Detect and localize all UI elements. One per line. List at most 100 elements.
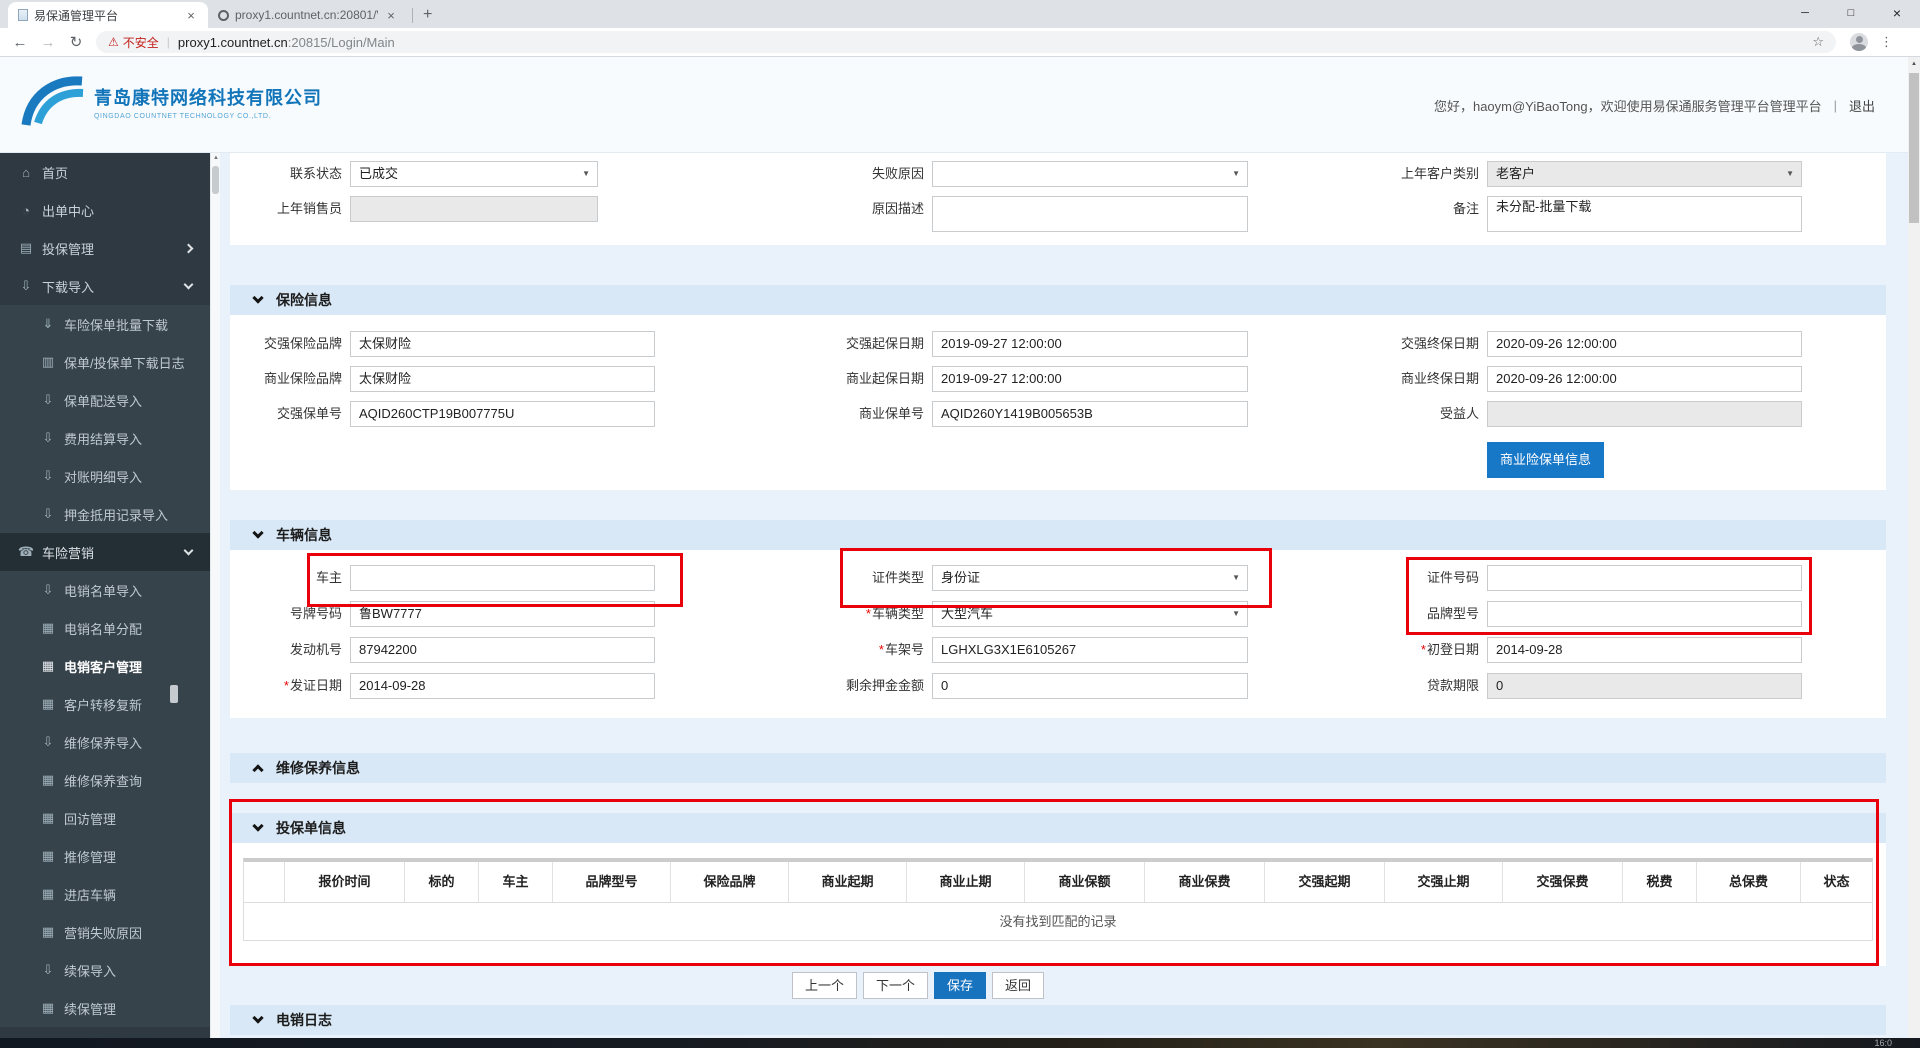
input-comm-brand[interactable]: 太保财险	[350, 366, 655, 392]
sidebar-item-renewal-import[interactable]: ⇩ 续保导入	[0, 951, 210, 989]
inner-scrollbar[interactable]: ▲	[210, 153, 220, 1038]
sidebar-item-renewal-mgmt[interactable]: ▦ 续保管理	[0, 989, 210, 1027]
input-comm-end-date[interactable]: 2020-09-26 12:00:00	[1487, 366, 1802, 392]
table-column-header-empty[interactable]	[244, 862, 284, 902]
scrollbar-up-arrow-icon[interactable]: ▲	[1908, 61, 1920, 67]
sidebar-item-insure-mgmt[interactable]: ▤ 投保管理	[0, 229, 210, 267]
next-button[interactable]: 下一个	[863, 972, 929, 999]
back-button[interactable]: 返回	[992, 972, 1045, 999]
table-column-header[interactable]: 商业止期	[906, 862, 1024, 902]
input-comm-policy-no[interactable]: AQID260Y1419B005653B	[932, 401, 1248, 427]
field-label: 证件号码	[1426, 570, 1479, 585]
input-issue-date[interactable]: 2014-09-28	[350, 673, 655, 699]
sidebar-item-maintenance-import[interactable]: ⇩ 维修保养导入	[0, 723, 210, 761]
sidebar-item-telemarket-customer-mgmt[interactable]: ▦ 电销客户管理	[0, 647, 210, 685]
sidebar-item-account-detail-import[interactable]: ⇩ 对账明细导入	[0, 457, 210, 495]
input-ctp-start-date[interactable]: 2019-09-27 12:00:00	[932, 331, 1248, 357]
browser-tab-active[interactable]: 易保通管理平台 ×	[8, 2, 208, 28]
window-minimize-button[interactable]: ─	[1782, 0, 1828, 28]
input-cert-no[interactable]	[1487, 565, 1802, 591]
table-column-header[interactable]: 商业保费	[1144, 862, 1264, 902]
window-maximize-button[interactable]: □	[1828, 0, 1874, 28]
section-header-proposal[interactable]: 投保单信息	[230, 813, 1886, 843]
input-engine-no[interactable]: 87942200	[350, 637, 655, 663]
section-header-vehicle[interactable]: 车辆信息	[230, 520, 1886, 550]
logout-link[interactable]: 退出	[1849, 96, 1875, 115]
input-comm-start-date[interactable]: 2019-09-27 12:00:00	[932, 366, 1248, 392]
input-ctp-end-date[interactable]: 2020-09-26 12:00:00	[1487, 331, 1802, 357]
browser-menu-icon[interactable]: ⋮	[1880, 34, 1893, 50]
table-column-header[interactable]: 标的	[404, 862, 478, 902]
input-owner[interactable]	[350, 565, 655, 591]
sidebar-item-revisit-mgmt[interactable]: ▦ 回访管理	[0, 799, 210, 837]
sidebar-item-maintenance-query[interactable]: ▦ 维修保养查询	[0, 761, 210, 799]
sidebar-item-download-import[interactable]: ⇩ 下载导入	[0, 267, 210, 305]
new-tab-button[interactable]: +	[417, 6, 442, 28]
bookmark-star-icon[interactable]: ☆	[1812, 34, 1824, 50]
sidebar-item-label: 推修管理	[64, 849, 117, 865]
sidebar-item-telemarket-list-import[interactable]: ⇩ 电销名单导入	[0, 571, 210, 609]
table-column-header[interactable]: 商业保额	[1024, 862, 1144, 902]
table-column-header[interactable]: 总保费	[1696, 862, 1800, 902]
input-first-reg-date[interactable]: 2014-09-28	[1487, 637, 1802, 663]
section-header-insurance[interactable]: 保险信息	[230, 285, 1886, 315]
save-button[interactable]: 保存	[934, 972, 987, 999]
sidebar-item-vehicle-marketing[interactable]: ☎ 车险营销	[0, 533, 210, 571]
table-column-header[interactable]: 税费	[1622, 862, 1696, 902]
table-column-header[interactable]: 品牌型号	[552, 862, 670, 902]
sidebar-item-download-log[interactable]: ▥ 保单/投保单下载日志	[0, 343, 210, 381]
table-column-header[interactable]: 车主	[478, 862, 552, 902]
input-vin[interactable]: LGHXLG3X1E6105267	[932, 637, 1248, 663]
table-column-header[interactable]: 报价时间	[284, 862, 404, 902]
table-column-header[interactable]: 保险品牌	[670, 862, 788, 902]
sidebar-scrollbar-thumb[interactable]	[170, 685, 178, 703]
select-contact-status[interactable]: 已成交 ▼	[350, 161, 598, 187]
previous-button[interactable]: 上一个	[792, 972, 858, 999]
input-brand-model[interactable]	[1487, 601, 1802, 627]
refresh-button[interactable]: ↻	[62, 33, 90, 51]
sidebar-item-fee-settle-import[interactable]: ⇩ 费用结算导入	[0, 419, 210, 457]
input-remark[interactable]: 未分配-批量下载	[1487, 196, 1802, 232]
sidebar-item-marketing-fail-reason[interactable]: ▦ 营销失败原因	[0, 913, 210, 951]
section-title: 保险信息	[276, 292, 332, 308]
insecure-label[interactable]: 不安全	[123, 34, 159, 51]
sidebar-item-order-center[interactable]: ◔ 出单中心	[0, 191, 210, 229]
select-vehicle-type[interactable]: 大型汽车 ▼	[932, 601, 1248, 627]
commercial-policy-info-button[interactable]: 商业险保单信息	[1487, 442, 1605, 478]
sidebar-item-label: 投保管理	[42, 241, 95, 257]
browser-tab-inactive[interactable]: proxy1.countnet.cn:20801/Veh ×	[208, 2, 408, 28]
back-button[interactable]: ←	[6, 34, 34, 51]
tab-close-icon[interactable]: ×	[384, 8, 398, 23]
tab-divider	[412, 8, 413, 23]
window-close-button[interactable]: ×	[1874, 0, 1920, 28]
sidebar-item-home[interactable]: ⌂ 首页	[0, 153, 210, 191]
section-header-maintenance[interactable]: 维修保养信息	[230, 753, 1886, 783]
table-column-header[interactable]: 交强止期	[1384, 862, 1502, 902]
browser-scrollbar[interactable]: ▲ ▼	[1908, 57, 1920, 1048]
input-ctp-brand[interactable]: 太保财险	[350, 331, 655, 357]
sidebar-item-deposit-record-import[interactable]: ⇩ 押金抵用记录导入	[0, 495, 210, 533]
sidebar-item-instore-vehicle[interactable]: ▦ 进店车辆	[0, 875, 210, 913]
sidebar-item-batch-download[interactable]: ⇓ 车险保单批量下载	[0, 305, 210, 343]
select-fail-reason[interactable]: ▼	[932, 161, 1248, 187]
table-column-header[interactable]: 商业起期	[788, 862, 906, 902]
input-deposit-balance[interactable]: 0	[932, 673, 1248, 699]
profile-avatar-icon[interactable]	[1850, 33, 1868, 51]
sidebar-item-repair-push-mgmt[interactable]: ▦ 推修管理	[0, 837, 210, 875]
select-cert-type[interactable]: 身份证 ▼	[932, 565, 1248, 591]
forward-button[interactable]: →	[34, 34, 62, 51]
table-column-header[interactable]: 交强起期	[1264, 862, 1384, 902]
sidebar-item-customer-transfer-renew[interactable]: ▦ 客户转移复新	[0, 685, 210, 723]
table-column-header[interactable]: 交强保费	[1502, 862, 1622, 902]
input-ctp-policy-no[interactable]: AQID260CTP19B007775U	[350, 401, 655, 427]
section-header-telemarketing-log[interactable]: 电销日志	[230, 1005, 1886, 1035]
inner-scrollbar-thumb[interactable]	[212, 166, 219, 194]
url-omnibox[interactable]: ⚠ 不安全 | proxy1.countnet.cn :20815/Login/…	[96, 31, 1836, 53]
input-reason-desc[interactable]	[932, 196, 1248, 232]
browser-scrollbar-thumb[interactable]	[1909, 73, 1919, 223]
sidebar-item-policy-delivery-import[interactable]: ⇩ 保单配送导入	[0, 381, 210, 419]
table-column-header[interactable]: 状态	[1800, 862, 1872, 902]
sidebar-item-telemarket-list-assign[interactable]: ▦ 电销名单分配	[0, 609, 210, 647]
input-plate-no[interactable]: 鲁BW7777	[350, 601, 655, 627]
tab-close-icon[interactable]: ×	[184, 8, 198, 23]
